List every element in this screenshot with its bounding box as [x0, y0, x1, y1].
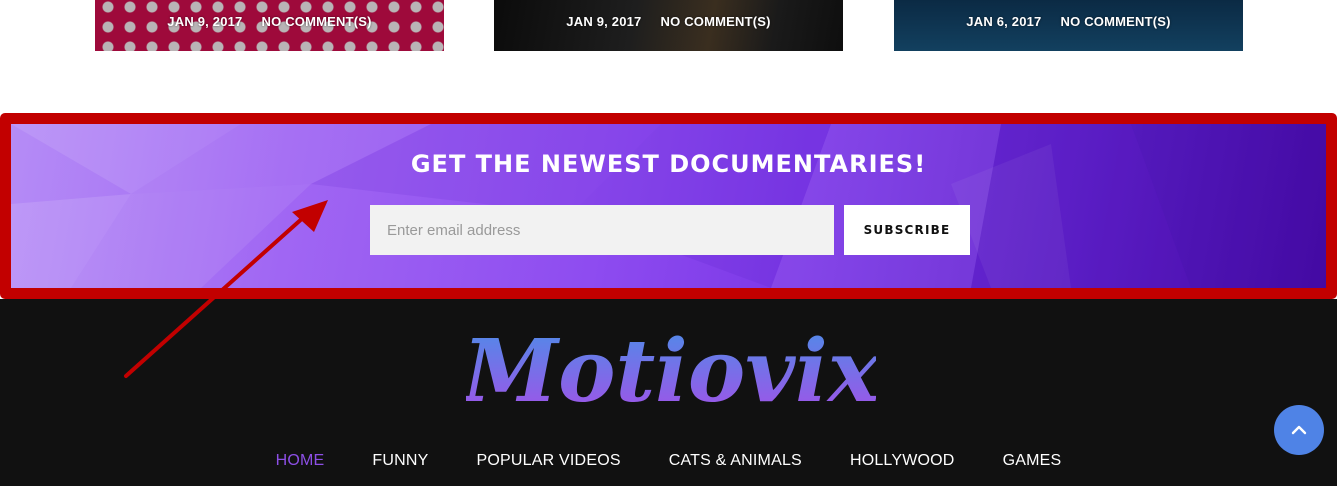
post-meta: JAN 9, 2017 NO COMMENT(S) [95, 14, 444, 29]
post-date: JAN 9, 2017 [167, 14, 243, 29]
newsletter-title: GET THE NEWEST DOCUMENTARIES! [410, 150, 927, 178]
nav-item-hollywood[interactable]: HOLLYWOOD [850, 452, 955, 470]
nav-item-games[interactable]: GAMES [1003, 452, 1062, 470]
post-meta: JAN 9, 2017 NO COMMENT(S) [494, 14, 843, 29]
page: JAN 9, 2017 NO COMMENT(S) JAN 9, 2017 NO… [0, 0, 1337, 486]
motiovix-logo[interactable]: Motiovix [466, 317, 876, 417]
logo-text: Motiovix [466, 321, 876, 417]
post-date: JAN 9, 2017 [566, 14, 642, 29]
post-comments-link[interactable]: NO COMMENT(S) [262, 14, 372, 29]
post-card-1[interactable]: JAN 9, 2017 NO COMMENT(S) [95, 0, 444, 51]
post-card-2[interactable]: JAN 9, 2017 NO COMMENT(S) [494, 0, 843, 51]
newsletter-banner: GET THE NEWEST DOCUMENTARIES! SUBSCRIBE [0, 113, 1337, 299]
post-meta: JAN 6, 2017 NO COMMENT(S) [894, 14, 1243, 29]
post-card-3[interactable]: JAN 6, 2017 NO COMMENT(S) [894, 0, 1243, 51]
back-to-top-button[interactable] [1274, 405, 1324, 455]
nav-item-home[interactable]: HOME [276, 452, 325, 470]
footer: Motiovix HOME FUNNY POPULAR VIDEOS CATS … [0, 299, 1337, 486]
footer-nav: HOME FUNNY POPULAR VIDEOS CATS & ANIMALS… [0, 452, 1337, 470]
nav-item-popular-videos[interactable]: POPULAR VIDEOS [477, 452, 621, 470]
post-date: JAN 6, 2017 [966, 14, 1042, 29]
email-input[interactable] [370, 205, 834, 255]
post-comments-link[interactable]: NO COMMENT(S) [1061, 14, 1171, 29]
post-comments-link[interactable]: NO COMMENT(S) [661, 14, 771, 29]
nav-item-funny[interactable]: FUNNY [372, 452, 428, 470]
nav-item-cats-animals[interactable]: CATS & ANIMALS [669, 452, 802, 470]
subscribe-button[interactable]: SUBSCRIBE [844, 205, 970, 255]
chevron-up-icon [1291, 425, 1307, 435]
